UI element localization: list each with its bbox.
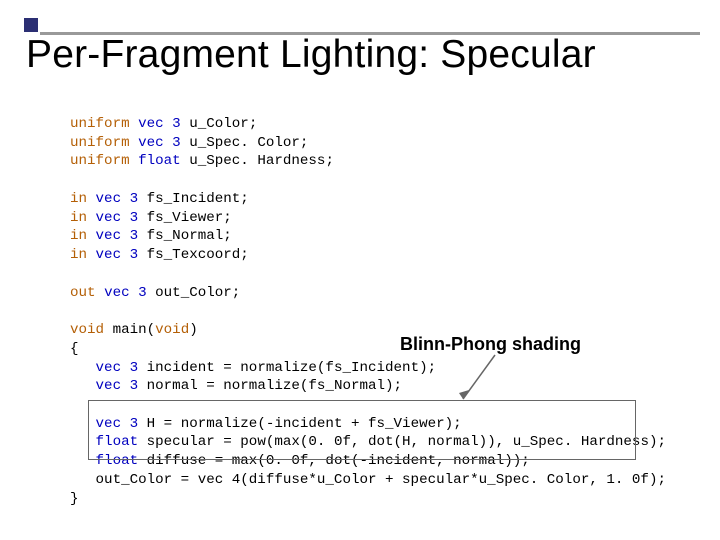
line-out: out_Color = vec 4(diffuse*u_Color + spec… — [70, 472, 666, 488]
kw-vec3: vec 3 — [138, 116, 181, 132]
kw-uniform: uniform — [70, 135, 130, 151]
kw-vec3: vec 3 — [138, 135, 181, 151]
line-diffuse: diffuse = max(0. 0f, dot(-incident, norm… — [138, 453, 530, 469]
line-normal: normal = normalize(fs_Normal); — [138, 378, 402, 394]
kw-vec3: vec 3 — [96, 247, 139, 263]
kw-vec3: vec 3 — [96, 228, 139, 244]
slide: Per-Fragment Lighting: Specular uniform … — [0, 0, 720, 540]
kw-vec3: vec 3 — [96, 416, 139, 432]
kw-out: out — [70, 285, 96, 301]
decl-fs-incident: fs_Incident; — [138, 191, 249, 207]
code-block: uniform vec 3 u_Color; uniform vec 3 u_S… — [70, 115, 666, 508]
line-incident: incident = normalize(fs_Incident); — [138, 360, 436, 376]
decl-u-color: u_Color; — [181, 116, 258, 132]
line-h: H = normalize(-incident + fs_Viewer); — [138, 416, 462, 432]
kw-void: void — [70, 322, 104, 338]
slide-accent-square — [24, 18, 38, 32]
kw-in: in — [70, 228, 87, 244]
brace-open: { — [70, 341, 79, 357]
decl-u-spechardness: u_Spec. Hardness; — [181, 153, 334, 169]
kw-void: void — [155, 322, 189, 338]
decl-u-speccolor: u_Spec. Color; — [181, 135, 309, 151]
kw-in: in — [70, 210, 87, 226]
kw-float: float — [96, 453, 139, 469]
kw-vec3: vec 3 — [96, 378, 139, 394]
kw-in: in — [70, 191, 87, 207]
decl-fs-viewer: fs_Viewer; — [138, 210, 232, 226]
slide-title: Per-Fragment Lighting: Specular — [26, 33, 704, 77]
callout-label: Blinn-Phong shading — [400, 334, 581, 355]
fn-main-name: main( — [104, 322, 155, 338]
kw-vec3: vec 3 — [96, 210, 139, 226]
decl-fs-normal: fs_Normal; — [138, 228, 232, 244]
decl-fs-texcoord: fs_Texcoord; — [138, 247, 249, 263]
kw-vec3: vec 3 — [96, 191, 139, 207]
kw-vec3: vec 3 — [104, 285, 147, 301]
line-specular: specular = pow(max(0. 0f, dot(H, normal)… — [138, 434, 666, 450]
kw-float: float — [138, 153, 181, 169]
kw-float: float — [96, 434, 139, 450]
kw-in: in — [70, 247, 87, 263]
decl-out-color: out_Color; — [147, 285, 241, 301]
kw-vec3: vec 3 — [96, 360, 139, 376]
kw-uniform: uniform — [70, 116, 130, 132]
brace-close: } — [70, 491, 79, 507]
kw-uniform: uniform — [70, 153, 130, 169]
